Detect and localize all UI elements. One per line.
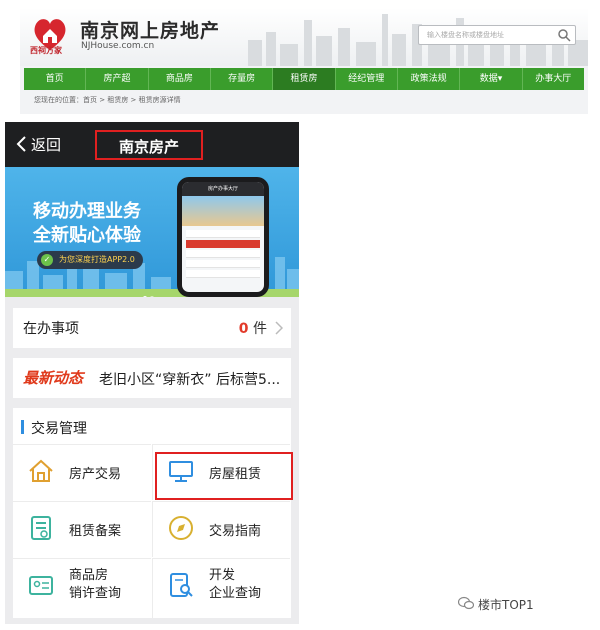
news-ticker[interactable]: 最新动态 老旧小区“穿新衣” 后标营5...: [13, 358, 291, 398]
tile-label-line: 商品房: [69, 568, 109, 583]
tile-label-line: 企业查询: [209, 586, 262, 601]
nav-item-policy[interactable]: 政策法规: [398, 68, 461, 90]
compass-icon: [169, 516, 193, 540]
site-banner: 西祠方家 南京网上房地产 NJHouse.com.cn 输入楼盘名称或楼盘地址: [20, 8, 588, 66]
tile-sales-permit-query[interactable]: 商品房 销许查询: [13, 558, 151, 618]
pending-count: 0 件: [239, 318, 267, 338]
banner-headline-2: 全新贴心体验: [33, 225, 141, 246]
banner-app-badge: ✓ 为您深度打造APP2.0: [37, 251, 143, 269]
site-title: 南京网上房地产: [80, 20, 221, 42]
chevron-right-icon: [275, 321, 283, 335]
nav-item-property-market[interactable]: 房产超: [86, 68, 149, 90]
tile-label: 交易指南: [209, 524, 262, 539]
tile-label: 租赁备案: [69, 524, 122, 539]
wechat-icon: [458, 596, 474, 610]
pending-count-unit: 件: [253, 321, 267, 337]
mockup-row: [186, 250, 260, 258]
mockup-photo: [182, 196, 264, 226]
app-header: 返回 南京房产: [5, 122, 299, 167]
carousel-dot[interactable]: [143, 296, 147, 297]
section-accent-bar: [21, 420, 24, 434]
logo-tagline: 西祠方家: [30, 46, 62, 55]
tile-label-line: 销许查询: [69, 586, 122, 601]
phone-mockup-image: 房产办事大厅: [177, 177, 269, 297]
tile-developer-query[interactable]: 开发 企业查询: [152, 558, 290, 618]
back-button[interactable]: 返回: [31, 134, 61, 155]
house-icon: [29, 459, 53, 482]
mockup-header: 房产办事大厅: [182, 182, 264, 196]
document-icon: [31, 516, 51, 540]
mockup-row: [186, 260, 260, 268]
news-headline[interactable]: 老旧小区“穿新衣” 后标营5...: [99, 369, 280, 389]
banner-badge-text: 为您深度打造APP2.0: [59, 255, 135, 264]
mobile-app-screen: 返回 南京房产 移动办理业务 全新贴心体验 ✓ 为您深度打造APP2.0 房产办…: [5, 122, 299, 624]
nav-item-new-housing[interactable]: 商品房: [149, 68, 211, 90]
check-icon: ✓: [41, 254, 53, 266]
search-icon[interactable]: [557, 28, 571, 42]
carousel-dots[interactable]: [143, 285, 163, 297]
tile-label: 商品房 销许查询: [69, 567, 121, 603]
tile-rental-filing[interactable]: 租赁备案: [13, 501, 151, 557]
trade-management-section: 交易管理 房产交易 房屋租赁 租赁备案 交易指南 商品房 销许查询 开发 企业查…: [13, 408, 291, 618]
section-header: 交易管理: [13, 408, 291, 444]
tile-label: 房产交易: [69, 467, 122, 482]
id-card-icon: [29, 576, 53, 595]
carousel-dot[interactable]: [150, 296, 154, 297]
watermark: 楼市TOP1: [478, 598, 534, 612]
tile-label-line: 开发: [209, 568, 236, 583]
search-doc-icon: [170, 573, 193, 597]
website-header: 西祠方家 南京网上房地产 NJHouse.com.cn 输入楼盘名称或楼盘地址 …: [20, 8, 588, 114]
tile-label: 开发 企业查询: [209, 567, 261, 603]
title-highlight-box: 南京房产: [95, 130, 203, 160]
chevron-left-icon[interactable]: [15, 136, 27, 152]
site-search-input[interactable]: 输入楼盘名称或楼盘地址: [418, 25, 576, 45]
site-url: NJHouse.com.cn: [81, 41, 155, 51]
search-placeholder: 输入楼盘名称或楼盘地址: [427, 31, 504, 39]
news-tag: 最新动态: [23, 369, 84, 387]
pending-items-row[interactable]: 在办事项 0 件: [13, 308, 291, 348]
promo-banner[interactable]: 移动办理业务 全新贴心体验 ✓ 为您深度打造APP2.0 房产办事大厅: [5, 167, 299, 297]
pending-count-number: 0: [238, 321, 249, 337]
breadcrumb: 您现在的位置：首页 > 租赁房 > 租赁房源详情: [34, 96, 181, 104]
nav-item-rental[interactable]: 租赁房: [273, 68, 336, 90]
rental-highlight-box: [155, 452, 293, 500]
pending-label: 在办事项: [23, 321, 79, 337]
section-title: 交易管理: [31, 421, 87, 437]
tile-trade-guide[interactable]: 交易指南: [152, 501, 290, 557]
nav-item-existing-housing[interactable]: 存量房: [211, 68, 274, 90]
nav-item-brokerage[interactable]: 经纪管理: [336, 68, 398, 90]
nav-item-home[interactable]: 首页: [24, 68, 87, 90]
nav-item-service-hall[interactable]: 办事大厅: [523, 68, 584, 90]
tile-property-trade[interactable]: 房产交易: [13, 444, 151, 500]
mockup-red-bar: [186, 240, 260, 248]
site-nav-bar: 首页 房产超 商品房 存量房 租赁房 经纪管理 政策法规 数据▾ 办事大厅: [24, 68, 584, 90]
mockup-row: [186, 230, 260, 238]
mockup-row: [186, 270, 260, 278]
page-title: 南京房产: [118, 138, 179, 156]
nav-item-data[interactable]: 数据▾: [460, 68, 523, 90]
banner-headline-1: 移动办理业务: [33, 201, 141, 222]
